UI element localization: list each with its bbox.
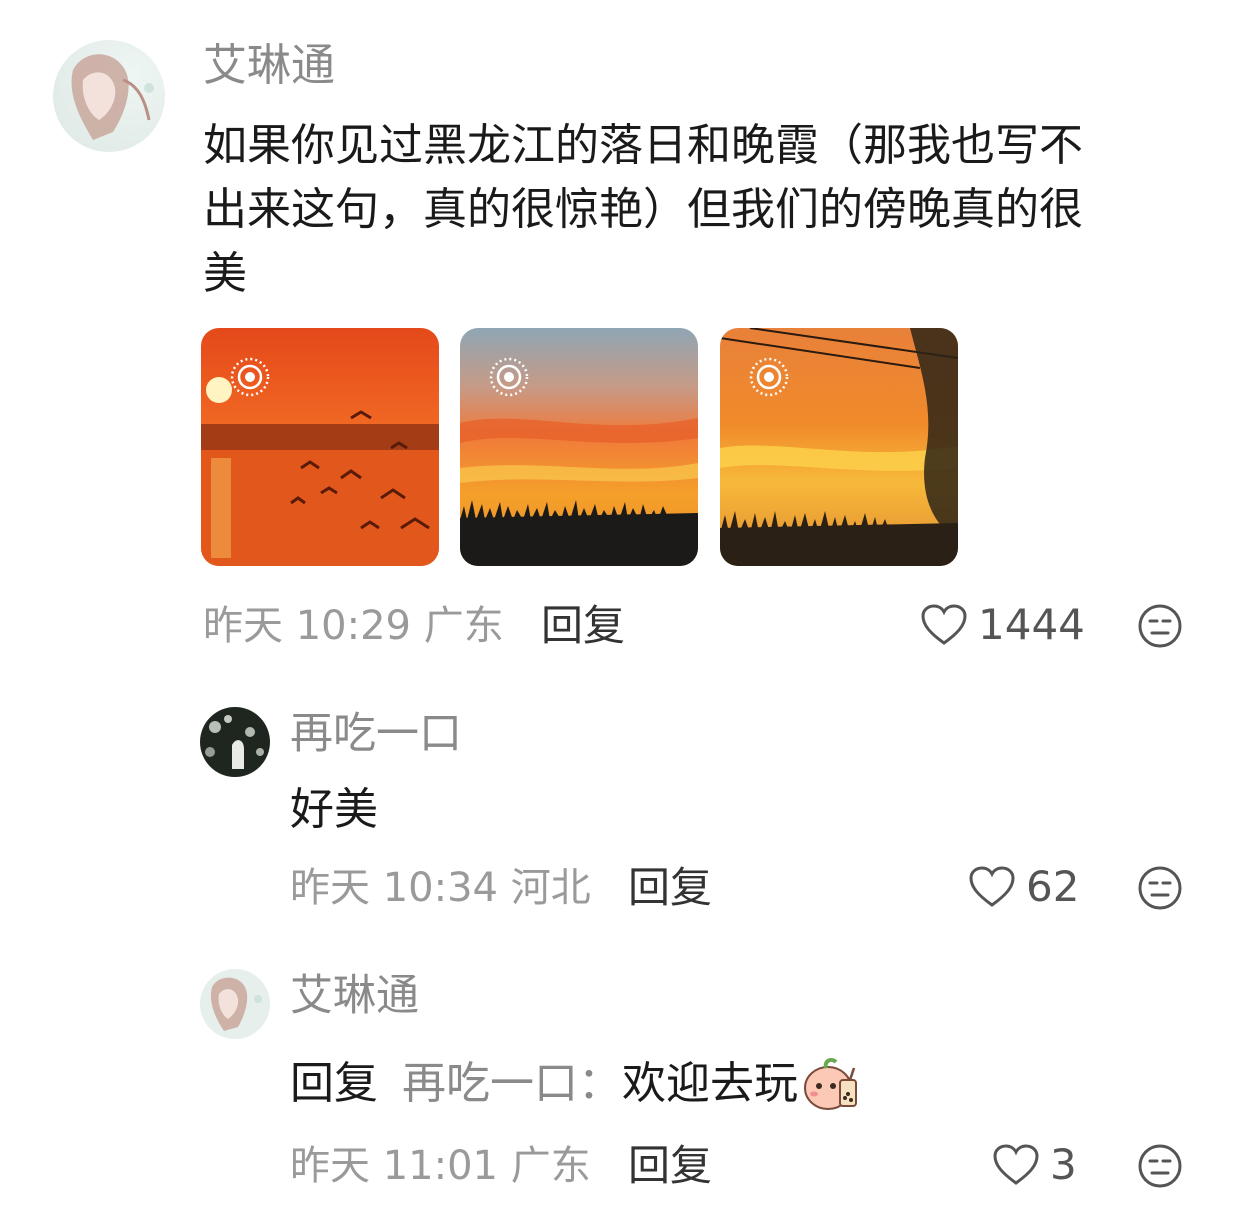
dislike-button[interactable] xyxy=(1137,1143,1183,1193)
avatar[interactable] xyxy=(53,40,165,152)
like-button[interactable]: 62 xyxy=(968,862,1079,912)
comment-text-line: 如果你见过黑龙江的落日和晚霞（那我也写不 xyxy=(203,120,1083,171)
like-button[interactable]: 3 xyxy=(992,1140,1077,1190)
comment-text-line: 美 xyxy=(203,248,247,299)
heart-icon xyxy=(969,866,1015,907)
comment-text: 好美 xyxy=(290,784,378,835)
avatar[interactable] xyxy=(200,969,270,1039)
like-count: 1444 xyxy=(978,600,1085,649)
comment-meta: 昨天 11:01 广东 xyxy=(290,1143,591,1189)
username[interactable]: 艾琳通 xyxy=(203,44,335,88)
live-photo-thumbnail[interactable] xyxy=(460,328,698,566)
like-button[interactable]: 1444 xyxy=(920,600,1085,650)
comment-text: 如果你见过黑龙江的落日和晚霞（那我也写不 出来这句，真的很惊艳）但我们的傍晚真的… xyxy=(203,114,1203,306)
comment-text-line: 出来这句，真的很惊艳）但我们的傍晚真的很 xyxy=(203,184,1083,235)
reply-prefix: 回复 xyxy=(290,1058,378,1109)
neutral-face-icon xyxy=(1138,866,1182,910)
like-count: 3 xyxy=(1050,1140,1077,1189)
dislike-button[interactable] xyxy=(1137,865,1183,915)
reply-button[interactable]: 回复 xyxy=(628,1145,712,1187)
neutral-face-icon xyxy=(1138,1144,1182,1188)
neutral-face-icon xyxy=(1138,604,1182,648)
reply-button[interactable]: 回复 xyxy=(628,867,712,909)
reply-button[interactable]: 回复 xyxy=(541,605,625,647)
username[interactable]: 艾琳通 xyxy=(290,975,419,1018)
reply-text: 欢迎去玩 xyxy=(622,1058,798,1109)
comment-meta: 昨天 10:34 河北 xyxy=(290,865,591,911)
live-photo-thumbnail[interactable] xyxy=(720,328,958,566)
comment-meta: 昨天 10:29 广东 xyxy=(203,603,504,649)
heart-icon xyxy=(921,604,967,645)
peach-bubble-tea-emoji-icon xyxy=(804,1058,857,1110)
heart-icon xyxy=(993,1144,1039,1185)
dislike-button[interactable] xyxy=(1137,603,1183,653)
comment-text: 回复 再吃一口： 欢迎去玩 xyxy=(290,1052,862,1116)
username[interactable]: 再吃一口 xyxy=(290,713,462,756)
like-count: 62 xyxy=(1026,862,1080,911)
avatar[interactable] xyxy=(200,707,270,777)
live-photo-thumbnail[interactable] xyxy=(201,328,439,566)
reply-target-username[interactable]: 再吃一口： xyxy=(402,1052,622,1116)
